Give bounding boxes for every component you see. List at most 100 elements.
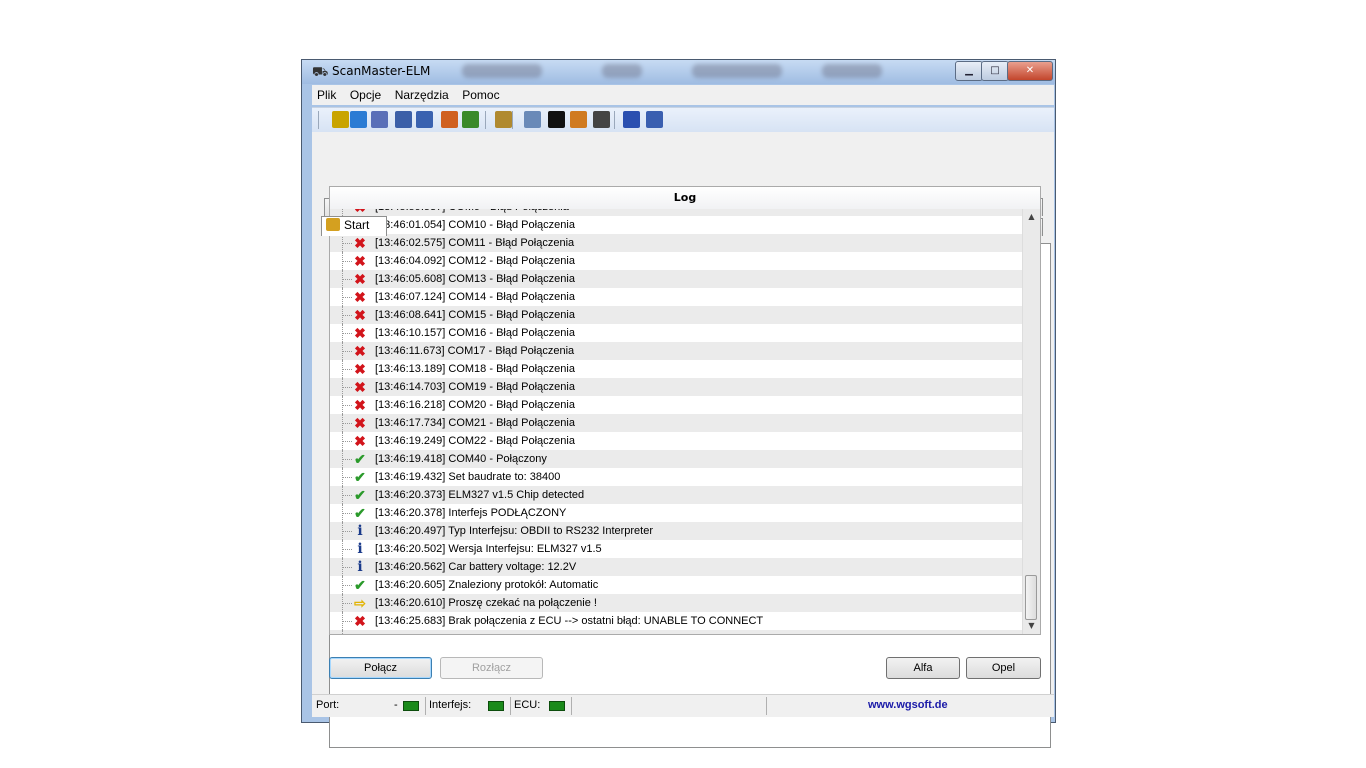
grid-icon[interactable]: [395, 111, 412, 128]
port-value: -: [394, 699, 398, 711]
log-row-text: [13:46:26.535] Rozłączony: [375, 630, 505, 634]
toolbar-separator: [512, 111, 513, 129]
log-row[interactable]: ✖ [13:46:19.249] COM22 - Błąd Połączenia: [330, 432, 1022, 450]
log-row[interactable]: ✔ [13:46:20.378] Interfejs PODŁĄCZONY: [330, 504, 1022, 522]
log-row[interactable]: ✖ [13:46:11.673] COM17 - Błąd Połączenia: [330, 342, 1022, 360]
info-icon[interactable]: [623, 111, 640, 128]
battery-icon[interactable]: [570, 111, 587, 128]
log-row[interactable]: ✔ [13:46:20.605] Znaleziony protokół: Aut…: [330, 576, 1022, 594]
log-row[interactable]: ✔ [13:46:20.373] ELM327 v1.5 Chip detecte…: [330, 486, 1022, 504]
status-divider: [425, 697, 426, 715]
menu-opcje[interactable]: Opcje: [345, 85, 386, 105]
terminal-icon[interactable]: [548, 111, 565, 128]
gauge-icon[interactable]: [593, 111, 610, 128]
traffic-light-icon[interactable]: [462, 111, 479, 128]
menu-narzedzia[interactable]: Narzędzia: [390, 85, 454, 105]
log-row-text: [13:46:11.673] COM17 - Błąd Połączenia: [375, 345, 575, 357]
log-row[interactable]: ⇨ [13:46:20.610] Proszę czekać na połącze…: [330, 594, 1022, 612]
log-row[interactable]: ✔ [13:46:19.418] COM40 - Połączony: [330, 450, 1022, 468]
close-icon: ✕: [1025, 65, 1035, 76]
globe-icon[interactable]: [350, 111, 367, 128]
colorbar-icon[interactable]: [441, 111, 458, 128]
ecu-led-icon: [549, 701, 565, 711]
info-icon: i: [357, 523, 363, 539]
log-row[interactable]: ✖ [13:46:25.683] Brak połączenia z ECU --…: [330, 612, 1022, 630]
status-bar: Port: - Interfejs: ECU: www.wgsoft.de: [312, 694, 1054, 717]
error-x-icon: ✖: [354, 325, 366, 341]
log-row[interactable]: i [13:46:20.502] Wersja Interfejsu: ELM32…: [330, 540, 1022, 558]
window-title: ScanMaster-ELM: [332, 64, 431, 78]
log-row[interactable]: ✔ [13:46:19.432] Set baudrate to: 38400: [330, 468, 1022, 486]
log-scrollbar[interactable]: ▲ ▼: [1022, 209, 1040, 634]
blurred-taskbar-item: [692, 64, 782, 78]
scroll-down-arrow-icon[interactable]: ▼: [1023, 618, 1040, 634]
log-row-text: [13:46:19.249] COM22 - Błąd Połączenia: [375, 435, 575, 447]
log-row-text: [13:46:16.218] COM20 - Błąd Połączenia: [375, 399, 575, 411]
scroll-up-arrow-icon[interactable]: ▲: [1023, 209, 1040, 225]
log-row[interactable]: ✖ [13:46:07.124] COM14 - Błąd Połączenia: [330, 288, 1022, 306]
log-row[interactable]: i [13:46:20.562] Car battery voltage: 12.…: [330, 558, 1022, 576]
app-window: ⛟ ScanMaster-ELM ▁ □ ✕ Plik Opcje Narzęd…: [301, 59, 1056, 748]
toolbar-separator: [485, 111, 486, 129]
log-row[interactable]: ✖ [13:46:10.157] COM16 - Błąd Połączenia: [330, 324, 1022, 342]
log-row-text: [13:46:20.497] Typ Interfejsu: OBDII to …: [375, 525, 654, 537]
magnifier-icon[interactable]: [524, 111, 541, 128]
scroll-thumb[interactable]: [1025, 575, 1037, 620]
log-row[interactable]: ✔ [13:46:26.535] Rozłączony: [330, 630, 1022, 634]
checkmark-icon: ✔: [354, 487, 366, 503]
log-row-text: [13:45:59.537] COM9 - Błąd Połączenia: [375, 209, 569, 216]
connect-button[interactable]: Połącz: [329, 657, 432, 679]
disconnect-button[interactable]: Rozłącz: [440, 657, 543, 679]
log-row-text: [13:46:19.432] Set baudrate to: 38400: [375, 471, 561, 483]
tab-start[interactable]: Start: [321, 216, 387, 236]
log-row[interactable]: i [13:46:20.497] Typ Interfejsu: OBDII to…: [330, 522, 1022, 540]
tab-label: Start: [344, 218, 370, 232]
website-link[interactable]: www.wgsoft.de: [868, 699, 948, 711]
error-x-icon: ✖: [354, 289, 366, 305]
title-bar[interactable]: ⛟ ScanMaster-ELM ▁ □ ✕: [302, 60, 1055, 84]
close-button[interactable]: ✕: [1007, 61, 1053, 81]
info-icon: i: [357, 541, 363, 557]
log-row[interactable]: ✖[13:46:01.054] COM10 - Błąd Połączenia: [330, 216, 1022, 234]
log-row[interactable]: ✖ [13:46:08.641] COM15 - Błąd Połączenia: [330, 306, 1022, 324]
toolbar-separator: [318, 111, 319, 129]
chart-icon[interactable]: [416, 111, 433, 128]
log-row[interactable]: ✖ [13:46:04.092] COM12 - Błąd Połączenia: [330, 252, 1022, 270]
document-icon[interactable]: [371, 111, 388, 128]
log-row[interactable]: ✖ [13:46:05.608] COM13 - Błąd Połączenia: [330, 270, 1022, 288]
blurred-taskbar-item: [602, 64, 642, 78]
ecu-label: ECU:: [514, 699, 541, 711]
log-list[interactable]: ✖[13:45:59.537] COM9 - Błąd Połączenia✖[…: [330, 209, 1022, 634]
log-row[interactable]: ✖ [13:46:14.703] COM19 - Błąd Połączenia: [330, 378, 1022, 396]
log-row[interactable]: ✖ [13:46:17.734] COM21 - Błąd Połączenia: [330, 414, 1022, 432]
log-row-text: [13:46:14.703] COM19 - Błąd Połączenia: [375, 381, 575, 393]
log-row-text: [13:46:20.378] Interfejs PODŁĄCZONY: [375, 507, 567, 519]
minimize-button[interactable]: ▁: [955, 61, 983, 81]
blurred-taskbar-item: [462, 64, 542, 78]
wizard-icon[interactable]: [332, 111, 349, 128]
port-led-icon: [403, 701, 419, 711]
error-x-icon: ✖: [352, 209, 368, 215]
error-x-icon: ✖: [354, 271, 366, 287]
exit-icon[interactable]: [646, 111, 663, 128]
arrow-right-icon: ⇨: [354, 595, 366, 611]
checkmark-icon: ✔: [354, 505, 366, 521]
log-row-text: [13:46:02.575] COM11 - Błąd Połączenia: [375, 237, 575, 249]
log-row-text: [13:46:25.683] Brak połączenia z ECU -->…: [375, 615, 764, 627]
error-x-icon: ✖: [354, 343, 366, 359]
alfa-button[interactable]: Alfa: [886, 657, 960, 679]
clipboard-icon[interactable]: [495, 111, 512, 128]
log-row[interactable]: ✖ [13:46:02.575] COM11 - Błąd Połączenia: [330, 234, 1022, 252]
log-row-text: [13:46:10.157] COM16 - Błąd Połączenia: [375, 327, 575, 339]
log-row[interactable]: ✖ [13:45:59.537] COM9 - Błąd Połączenia: [330, 209, 1022, 216]
log-row[interactable]: ✖ [13:46:16.218] COM20 - Błąd Połączenia: [330, 396, 1022, 414]
menu-plik[interactable]: Plik: [312, 85, 341, 105]
log-row[interactable]: ✖ [13:46:13.189] COM18 - Błąd Połączenia: [330, 360, 1022, 378]
car-app-icon: ⛟: [312, 65, 329, 80]
log-row-text: [13:46:20.610] Proszę czekać na połączen…: [375, 597, 597, 609]
maximize-button[interactable]: □: [981, 61, 1009, 81]
opel-button[interactable]: Opel: [966, 657, 1041, 679]
menu-pomoc[interactable]: Pomoc: [457, 85, 504, 105]
error-x-icon: ✖: [354, 613, 366, 629]
error-x-icon: ✖: [354, 361, 366, 377]
